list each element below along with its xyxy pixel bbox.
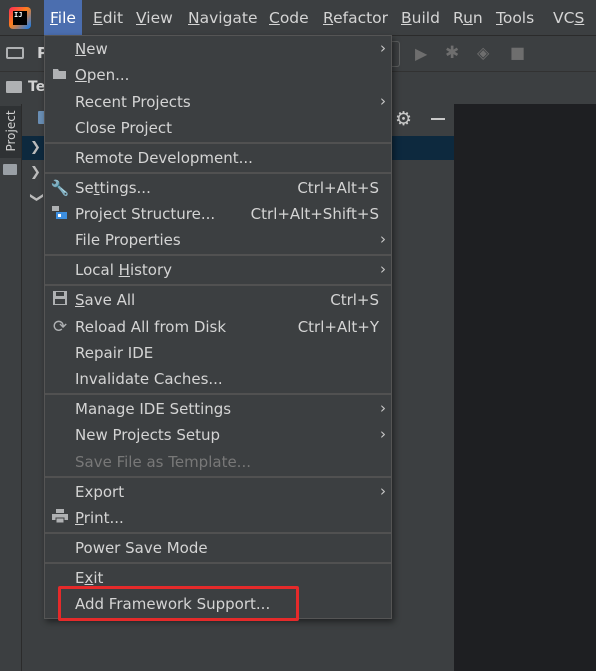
menu-separator bbox=[45, 562, 391, 564]
gear-icon[interactable]: ⚙ bbox=[395, 108, 412, 130]
menu-item-project-structure[interactable]: Project Structure... Ctrl+Alt+Shift+S bbox=[45, 201, 391, 227]
breadcrumb-project[interactable]: Te bbox=[28, 71, 45, 104]
menu-edit[interactable]: Edit bbox=[93, 0, 123, 36]
menu-item-local-history[interactable]: Local History › bbox=[45, 257, 391, 283]
chevron-right-icon: › bbox=[380, 260, 386, 278]
stop-icon[interactable]: ■ bbox=[510, 45, 525, 61]
menu-file[interactable]: File bbox=[44, 0, 82, 36]
menu-code[interactable]: Code bbox=[269, 0, 309, 36]
menu-item-open[interactable]: Open... bbox=[45, 62, 391, 88]
menu-item-reload-all-from-disk[interactable]: ⟳ Reload All from Disk Ctrl+Alt+Y bbox=[45, 314, 391, 340]
chevron-right-icon[interactable]: ❯ bbox=[30, 165, 41, 180]
menu-separator bbox=[45, 172, 391, 174]
open-folder-icon[interactable] bbox=[6, 47, 24, 59]
menu-navigate[interactable]: Navigate bbox=[188, 0, 258, 36]
chevron-right-icon: › bbox=[380, 230, 386, 248]
menu-separator bbox=[45, 393, 391, 395]
menu-item-new-projects-setup[interactable]: New Projects Setup › bbox=[45, 422, 391, 448]
menu-item-new[interactable]: New › bbox=[45, 36, 391, 62]
menu-item-file-properties[interactable]: File Properties › bbox=[45, 227, 391, 253]
menu-item-export[interactable]: Export › bbox=[45, 479, 391, 505]
menu-item-repair-ide[interactable]: Repair IDE bbox=[45, 340, 391, 366]
menu-separator bbox=[45, 284, 391, 286]
run-icon[interactable]: ▶ bbox=[415, 46, 427, 62]
chevron-right-icon: › bbox=[380, 482, 386, 500]
menu-item-close-project[interactable]: Close Project bbox=[45, 115, 391, 141]
menu-item-power-save-mode[interactable]: Power Save Mode bbox=[45, 535, 391, 561]
open-folder-icon bbox=[50, 62, 70, 88]
minimize-icon[interactable] bbox=[431, 118, 445, 120]
menu-refactor[interactable]: Refactor bbox=[323, 0, 388, 36]
menu-item-invalidate-caches[interactable]: Invalidate Caches... bbox=[45, 366, 391, 392]
menu-item-save-file-as-template: Save File as Template... bbox=[75, 453, 251, 471]
menu-separator bbox=[45, 254, 391, 256]
menu-item-recent-projects[interactable]: Recent Projects › bbox=[45, 89, 391, 115]
menu-item-save-all[interactable]: Save All Ctrl+S bbox=[45, 287, 391, 313]
folder-icon bbox=[3, 164, 17, 175]
menu-run[interactable]: Run bbox=[453, 0, 483, 36]
menu-separator bbox=[45, 476, 391, 478]
chevron-right-icon: › bbox=[380, 39, 386, 57]
chevron-down-icon[interactable]: ❯ bbox=[29, 192, 44, 203]
chevron-right-icon: › bbox=[380, 399, 386, 417]
menu-vcs[interactable]: VCS bbox=[553, 0, 584, 36]
chevron-right-icon: › bbox=[380, 92, 386, 110]
folder-icon bbox=[6, 81, 22, 93]
chevron-right-icon[interactable]: ❯ bbox=[30, 140, 41, 155]
print-icon bbox=[50, 505, 70, 531]
annotation-highlight-box bbox=[58, 586, 299, 621]
menu-item-remote-development[interactable]: Remote Development... bbox=[45, 145, 391, 171]
menu-item-print[interactable]: Print... bbox=[45, 505, 391, 531]
menu-separator bbox=[45, 142, 391, 144]
reload-icon: ⟳ bbox=[52, 317, 68, 337]
menu-item-manage-ide-settings[interactable]: Manage IDE Settings › bbox=[45, 396, 391, 422]
project-structure-icon bbox=[50, 201, 70, 227]
menu-view[interactable]: View bbox=[136, 0, 173, 36]
menu-tools[interactable]: Tools bbox=[496, 0, 534, 36]
menu-separator bbox=[45, 532, 391, 534]
left-tool-stripe bbox=[0, 104, 22, 671]
chevron-right-icon: › bbox=[380, 425, 386, 443]
intellij-logo-icon: IJ bbox=[9, 7, 31, 29]
menu-build[interactable]: Build bbox=[401, 0, 440, 36]
coverage-icon[interactable]: ◈ bbox=[477, 45, 489, 61]
editor-area bbox=[454, 104, 596, 671]
debug-icon[interactable]: ✱ bbox=[445, 45, 459, 62]
menu-item-settings[interactable]: 🔧 Settings... Ctrl+Alt+S bbox=[45, 175, 391, 201]
wrench-icon: 🔧 bbox=[50, 179, 70, 197]
save-icon bbox=[50, 287, 70, 313]
project-tool-tab-label: Project bbox=[4, 110, 18, 152]
